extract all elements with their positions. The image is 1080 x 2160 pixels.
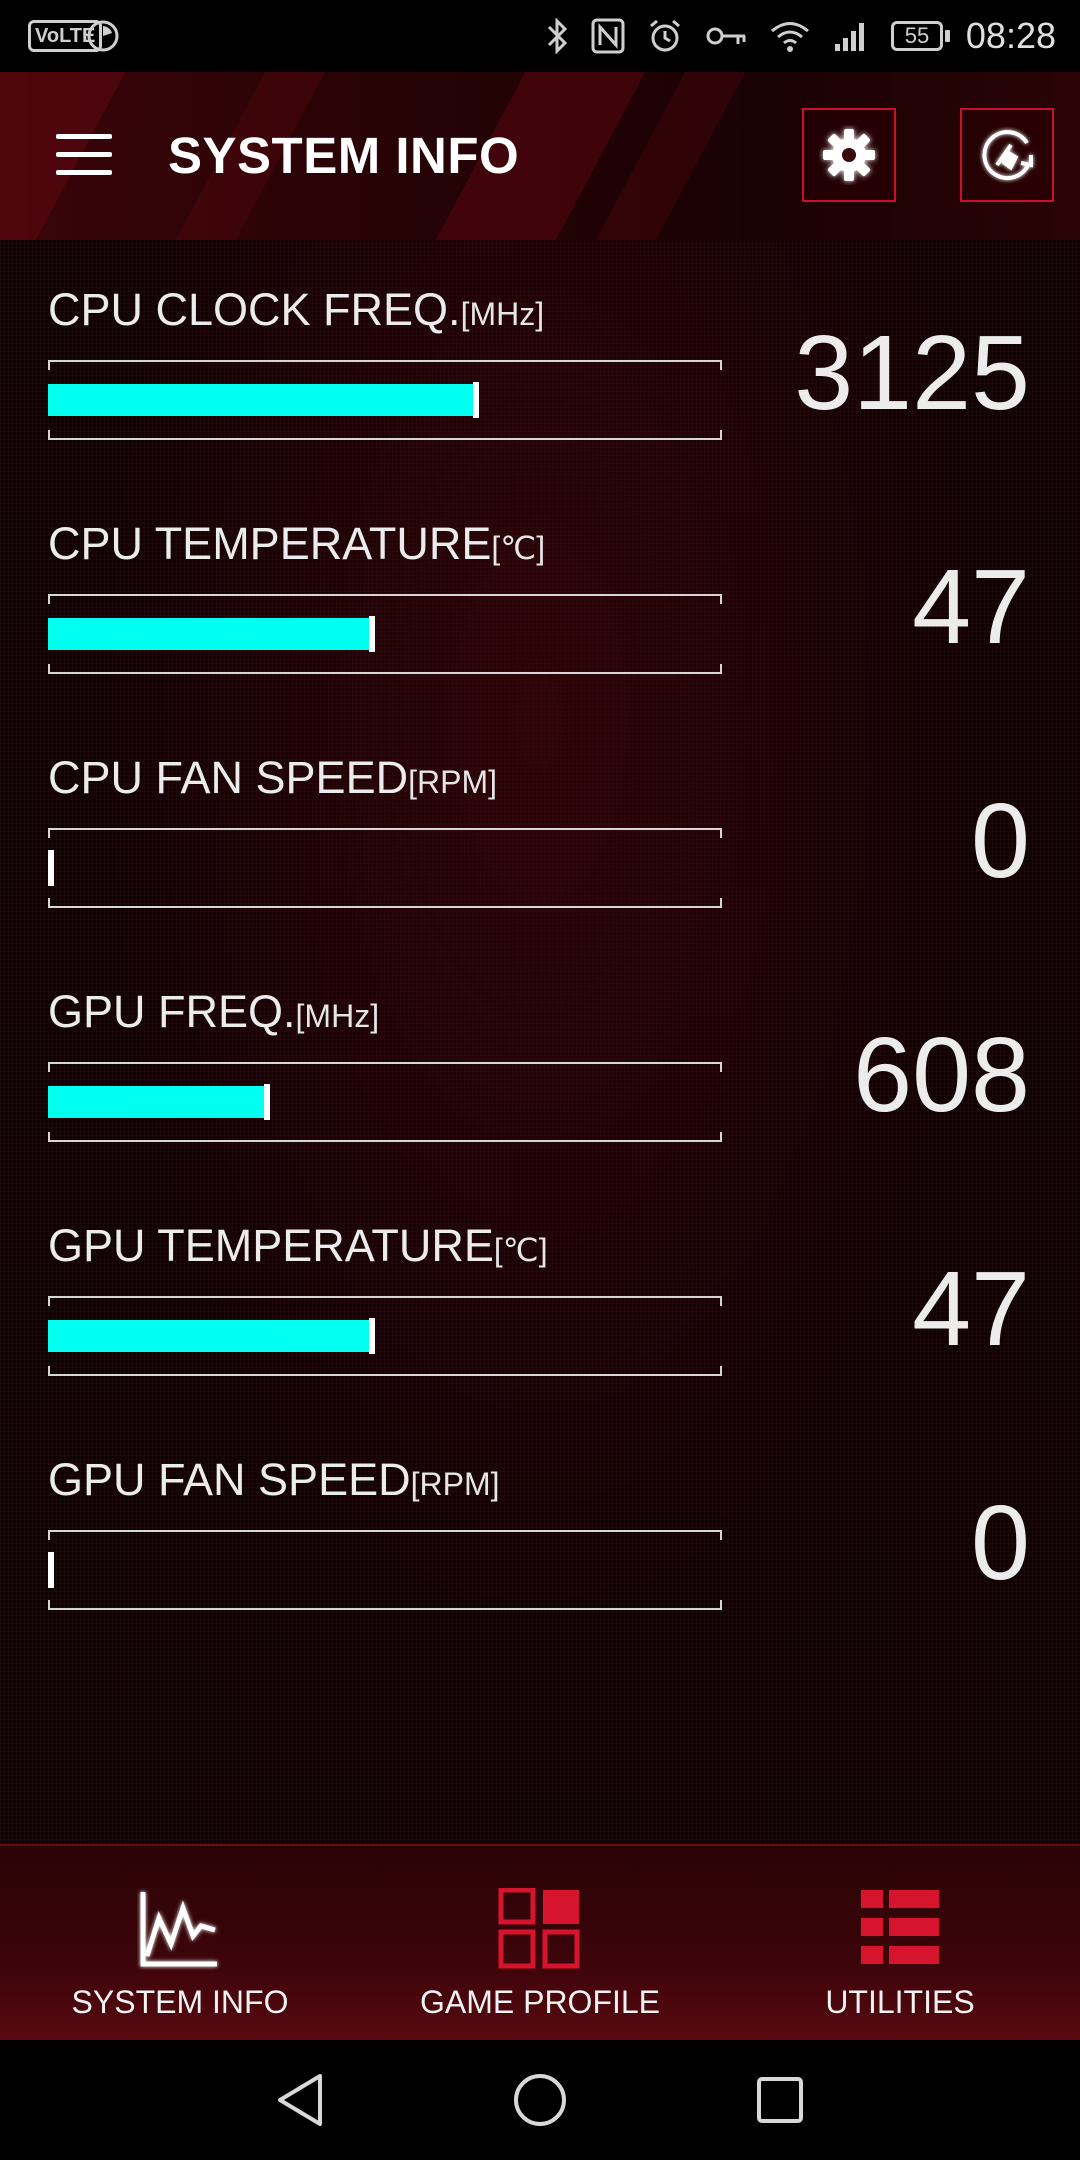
- status-time: 08:28: [965, 15, 1056, 56]
- metrics-panel: CPU CLOCK FREQ.[MHz] 3125 CPU TEMPERATUR…: [0, 240, 1080, 1844]
- metric-gpu-fan-speed: GPU FAN SPEED[RPM] 0: [0, 1410, 1080, 1644]
- metric-bar: [48, 360, 722, 440]
- metric-label: GPU FREQ.[MHz]: [48, 986, 380, 1037]
- metric-bar: [48, 1296, 722, 1376]
- nav-item-game-profile[interactable]: GAME PROFILE: [360, 1846, 720, 2042]
- alarm-icon: [650, 19, 680, 52]
- metric-bar-cap: [264, 1084, 270, 1120]
- page-title: SYSTEM INFO: [168, 127, 520, 184]
- metric-bar: [48, 1530, 722, 1610]
- app-bar: SYSTEM INFO: [0, 72, 1080, 242]
- nav-label: UTILITIES: [825, 1984, 975, 2020]
- metric-bar-fill: [48, 1086, 267, 1118]
- metric-bar-fill: [48, 1320, 372, 1352]
- metric-bar-cap: [369, 1318, 375, 1354]
- nav-item-system-info[interactable]: SYSTEM INFO: [0, 1846, 360, 2042]
- system-nav-bar: [0, 2040, 1080, 2160]
- hamburger-menu-icon[interactable]: [56, 134, 112, 176]
- metric-label: CPU FAN SPEED[RPM]: [48, 752, 497, 803]
- status-bar: VoLTE 55 08:28: [0, 0, 1080, 72]
- metric-bar-cap: [48, 1552, 54, 1588]
- boost-clean-button[interactable]: [960, 108, 1054, 202]
- metric-bar-cap: [473, 382, 479, 418]
- recents-square-icon: [757, 2077, 803, 2123]
- metric-label: GPU FAN SPEED[RPM]: [48, 1454, 500, 1505]
- broom-boost-icon: [982, 130, 1033, 181]
- settings-button[interactable]: [802, 108, 896, 202]
- metric-value: 608: [853, 1016, 1030, 1134]
- wifi-icon: [771, 22, 809, 52]
- metric-label: CPU CLOCK FREQ.[MHz]: [48, 284, 545, 335]
- grid-icon: [498, 1888, 580, 1969]
- metric-bar: [48, 828, 722, 908]
- metric-gpu-freq: GPU FREQ.[MHz] 608: [0, 942, 1080, 1176]
- metric-cpu-clock-freq: CPU CLOCK FREQ.[MHz] 3125: [0, 240, 1080, 474]
- back-button[interactable]: [220, 2040, 380, 2160]
- nav-label: SYSTEM INFO: [71, 1984, 289, 2020]
- home-circle-icon: [514, 2074, 566, 2126]
- metric-cpu-temperature: CPU TEMPERATURE[℃] 47: [0, 474, 1080, 708]
- battery-level: 55: [904, 23, 930, 48]
- metric-bar-cap: [48, 850, 54, 886]
- vpn-key-icon: [706, 27, 746, 45]
- metric-label: CPU TEMPERATURE[℃]: [48, 518, 546, 569]
- metric-value: 47: [912, 1250, 1030, 1368]
- line-chart-icon: [140, 1892, 217, 1967]
- bluetooth-icon: [547, 18, 568, 54]
- metric-bar-fill: [48, 384, 476, 416]
- metric-value: 3125: [794, 314, 1030, 432]
- list-icon: [861, 1890, 939, 1964]
- metric-bar: [48, 1062, 722, 1142]
- screen: VoLTE 55 08:28 SYSTEM INFO CPU CLOCK FRE…: [0, 0, 1080, 2160]
- bottom-nav: SYSTEM INFO GAME PROFILE UTILITIES: [0, 1844, 1080, 2042]
- metric-value: 47: [912, 548, 1030, 666]
- back-triangle-icon: [278, 2074, 322, 2126]
- recents-button[interactable]: [700, 2040, 860, 2160]
- status-icons: 55: [545, 0, 950, 72]
- metric-label: GPU TEMPERATURE[℃]: [48, 1220, 548, 1271]
- battery-icon: 55: [891, 21, 950, 51]
- signal-icon: [835, 23, 864, 51]
- metric-value: 0: [971, 782, 1030, 900]
- home-button[interactable]: [460, 2040, 620, 2160]
- gear-icon: [823, 129, 875, 181]
- metric-gpu-temperature: GPU TEMPERATURE[℃] 47: [0, 1176, 1080, 1410]
- metric-bar: [48, 594, 722, 674]
- nfc-icon: [591, 18, 625, 54]
- metric-value: 0: [971, 1484, 1030, 1602]
- nav-label: GAME PROFILE: [419, 1984, 661, 2020]
- metric-cpu-fan-speed: CPU FAN SPEED[RPM] 0: [0, 708, 1080, 942]
- metric-bar-fill: [48, 618, 372, 650]
- metric-bar-cap: [369, 616, 375, 652]
- timer-icon: [86, 0, 120, 72]
- nav-item-utilities[interactable]: UTILITIES: [720, 1846, 1080, 2042]
